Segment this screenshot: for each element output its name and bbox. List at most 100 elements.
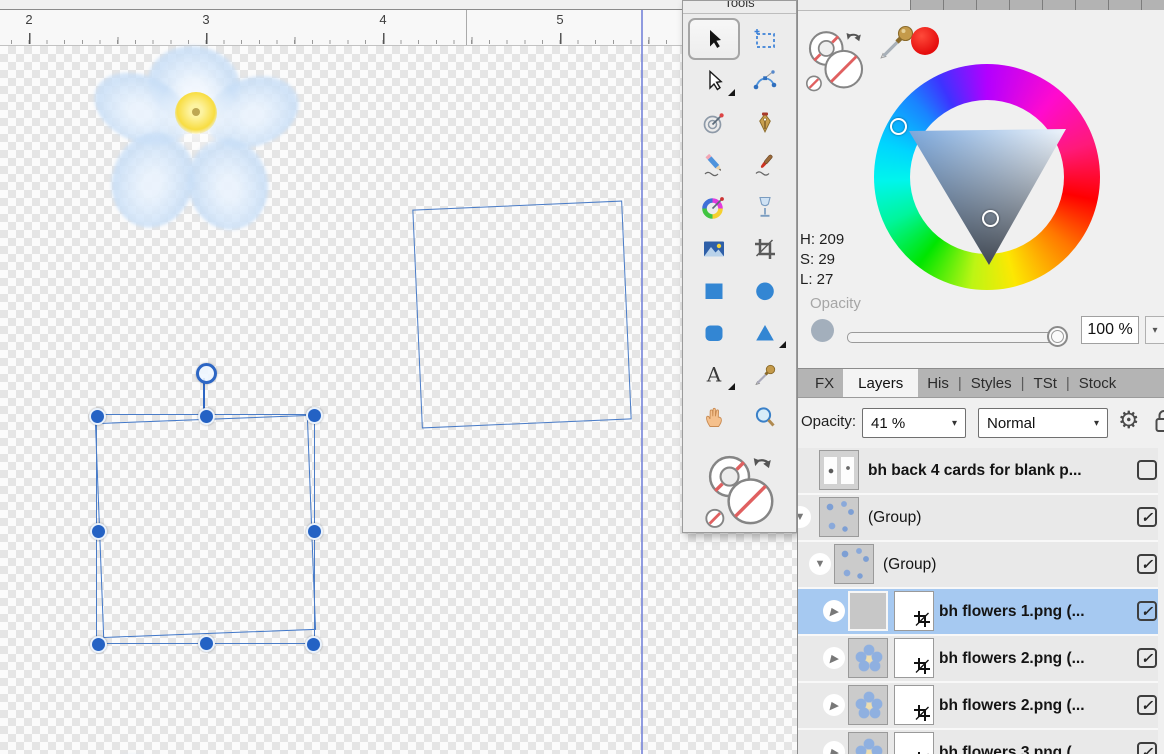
tool-glass-effect[interactable]: [740, 186, 792, 228]
layer-row[interactable]: ▼ (Group) ✓: [798, 495, 1158, 542]
check-icon: ✓: [1141, 650, 1153, 666]
page-guide-line[interactable]: [641, 10, 643, 754]
layer-row[interactable]: ▼ (Group) ✓: [798, 542, 1158, 589]
layer-visibility-checkbox[interactable]: ✓: [1137, 648, 1157, 668]
layer-visibility-checkbox[interactable]: [1137, 460, 1157, 480]
layer-row[interactable]: bh back 4 cards for blank p...: [798, 448, 1158, 495]
canvas-workspace[interactable]: [0, 39, 797, 754]
slider-knob[interactable]: [1047, 326, 1068, 347]
layer-thumbnail[interactable]: [834, 544, 874, 584]
triangle-right-icon: ▶: [829, 605, 839, 618]
selection-handle-top-left[interactable]: [89, 408, 106, 425]
tool-shape-circle[interactable]: [740, 270, 792, 312]
layer-opacity-dropdown[interactable]: 41 % ▾: [862, 408, 966, 438]
tab-layers[interactable]: Layers: [843, 369, 919, 397]
check-icon: ✓: [1141, 744, 1153, 754]
selection-handle-mid-right[interactable]: [306, 523, 323, 540]
tool-marquee-select[interactable]: [740, 18, 792, 60]
tool-pencil[interactable]: [688, 144, 740, 186]
tool-shape-rounded-square[interactable]: [688, 312, 740, 354]
fill-stroke-indicator[interactable]: [683, 448, 796, 528]
triangle-shape-icon: [756, 325, 775, 341]
selection-handle-mid-left[interactable]: [90, 523, 107, 540]
tool-zoom[interactable]: [740, 396, 792, 438]
ruler-number: 2: [25, 12, 33, 27]
layer-visibility-checkbox[interactable]: ✓: [1137, 695, 1157, 715]
saturation-lightness-triangle[interactable]: [909, 129, 1066, 265]
layer-mask-thumbnail[interactable]: [894, 732, 934, 754]
tool-shape-triangle[interactable]: [740, 312, 792, 354]
tool-color-picker-wheel[interactable]: [688, 186, 740, 228]
color-opacity-slider[interactable]: [847, 326, 1068, 347]
selection-handle-top-center[interactable]: [198, 408, 215, 425]
layer-visibility-checkbox[interactable]: ✓: [1137, 742, 1157, 754]
tool-node-edit[interactable]: [740, 60, 792, 102]
tool-lasso-pin[interactable]: [688, 102, 740, 144]
hue-ring-marker[interactable]: [890, 118, 907, 135]
flower-image-object-partial[interactable]: [20, 708, 190, 754]
rotation-handle[interactable]: [196, 363, 217, 384]
tool-pan-hand[interactable]: [688, 396, 740, 438]
layer-thumbnail[interactable]: [848, 732, 888, 754]
selection-handle-bottom-center[interactable]: [198, 635, 215, 652]
layer-thumbnail[interactable]: [848, 591, 888, 631]
lock-icon[interactable]: [1155, 409, 1164, 438]
layer-row[interactable]: ▶ bh flowers 3.png ( ✓: [798, 730, 1158, 754]
tab-fx[interactable]: FX: [806, 369, 843, 397]
flower-image-object[interactable]: [82, 39, 309, 238]
tool-shape-square[interactable]: [688, 270, 740, 312]
layer-visibility-checkbox[interactable]: ✓: [1137, 507, 1157, 527]
tab-tst[interactable]: TSt: [1025, 369, 1066, 397]
tool-brush[interactable]: [740, 144, 792, 186]
active-color-swatch[interactable]: [911, 27, 939, 55]
expand-expander[interactable]: ▶: [823, 741, 845, 754]
layer-visibility-checkbox[interactable]: ✓: [1137, 601, 1157, 621]
tool-direct-select[interactable]: [688, 60, 740, 102]
tab-stock[interactable]: Stock: [1070, 369, 1126, 397]
layer-mask-thumbnail[interactable]: [894, 591, 934, 631]
layer-mask-thumbnail[interactable]: [894, 685, 934, 725]
color-wheel[interactable]: [874, 64, 1100, 290]
layer-thumbnail[interactable]: [848, 638, 888, 678]
layer-settings-gear-button[interactable]: ⚙: [1118, 406, 1140, 436]
tab-styles[interactable]: Styles: [962, 369, 1021, 397]
tool-pen[interactable]: [740, 102, 792, 144]
selection-handle-top-right[interactable]: [306, 407, 323, 424]
tool-text[interactable]: A: [688, 354, 740, 396]
no-fill-no-stroke-icon: [704, 455, 773, 528]
expand-expander[interactable]: ▶: [823, 647, 845, 669]
expand-expander[interactable]: ▶: [823, 694, 845, 716]
opacity-dropdown-button[interactable]: ▾: [1145, 316, 1164, 344]
tool-eyedropper[interactable]: [740, 354, 792, 396]
tool-select-cursor[interactable]: [688, 18, 740, 60]
selection-handle-bottom-left[interactable]: [90, 636, 107, 653]
tools-palette-titlebar[interactable]: Tools: [683, 1, 796, 14]
layer-row[interactable]: ▶ bh flowers 2.png (... ✓: [798, 683, 1158, 730]
selection-handle-bottom-right[interactable]: [305, 636, 322, 653]
layer-thumbnail[interactable]: [848, 685, 888, 725]
layer-thumbnail[interactable]: [819, 450, 859, 490]
tool-crop[interactable]: [740, 228, 792, 270]
crop-mask-icon: [914, 705, 930, 721]
tab-his[interactable]: His: [918, 369, 958, 397]
layer-mask-thumbnail[interactable]: [894, 638, 934, 678]
tool-image-layer[interactable]: [688, 228, 740, 270]
fill-stroke-indicator[interactable]: [804, 20, 866, 101]
layer-row-selected[interactable]: ▶ bh flowers 1.png (... ✓: [798, 589, 1158, 636]
collapse-expander[interactable]: ▼: [809, 553, 831, 575]
saturation-lightness-marker[interactable]: [982, 210, 999, 227]
rectangle-shape[interactable]: [412, 200, 632, 429]
crop-mask-icon: [914, 611, 930, 627]
layer-row[interactable]: ▶ bh flowers 2.png (... ✓: [798, 636, 1158, 683]
collapse-expander[interactable]: ▼: [798, 506, 811, 528]
panel-top-strip-ruler: [910, 0, 1164, 10]
layer-thumbnail[interactable]: [819, 497, 859, 537]
panel-top-strip: [798, 0, 1164, 11]
layer-name: bh flowers 1.png (...: [939, 603, 1085, 620]
layer-visibility-checkbox[interactable]: ✓: [1137, 554, 1157, 574]
color-opacity-value[interactable]: 100 %: [1081, 316, 1139, 344]
wine-glass-icon: [759, 196, 771, 217]
triangle-right-icon: ▶: [829, 699, 839, 712]
blend-mode-dropdown[interactable]: Normal ▾: [978, 408, 1108, 438]
expand-expander[interactable]: ▶: [823, 600, 845, 622]
